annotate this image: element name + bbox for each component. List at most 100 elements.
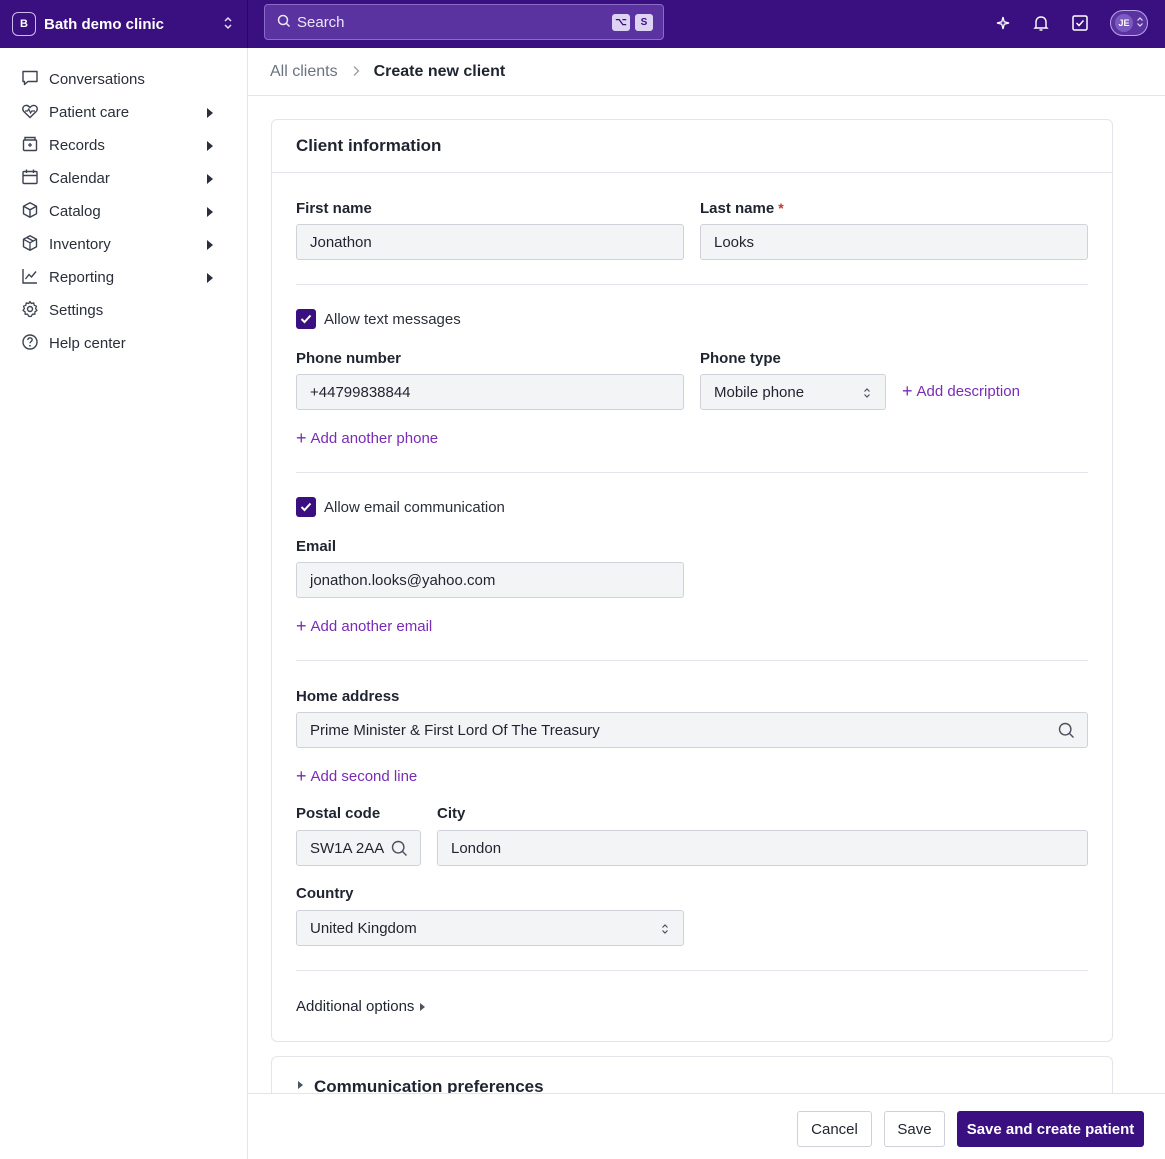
home-address-field[interactable]: Prime Minister & First Lord Of The Treas… [296,712,1088,748]
sidebar-item-label: Help center [49,335,126,352]
save-and-create-patient-button[interactable]: Save and create patient [957,1111,1144,1147]
box-icon [21,201,39,222]
clinic-name: Bath demo clinic [44,15,165,33]
sidebar-item-label: Inventory [49,236,111,253]
sidebar-item-catalog[interactable]: Catalog [0,195,247,228]
sidebar-item-calendar[interactable]: Calendar [0,162,247,195]
client-information-card: Client information First name Jonathon L… [271,119,1113,1042]
additional-options-toggle[interactable]: Additional options [296,998,426,1015]
phone-number-field[interactable]: +44799838844 [296,374,684,410]
sidebar-item-label: Catalog [49,203,101,220]
phone-type-label: Phone type [700,350,781,367]
search-input[interactable]: Search ⌥ S [264,4,664,40]
add-second-line-label: Add second line [310,767,418,785]
country-label: Country [296,885,354,902]
add-description-label: Add description [916,382,1020,400]
sidebar-item-label: Patient care [49,104,130,121]
page-title: Create new client [373,62,506,80]
chevron-up-down-icon [223,16,233,33]
divider [296,970,1088,971]
cancel-button[interactable]: Cancel [797,1111,872,1147]
clinic-switcher[interactable]: B Bath demo clinic [0,0,248,48]
breadcrumb: All clients Create new client [248,48,1165,96]
form-footer: Cancel Save Save and create patient [248,1093,1165,1159]
checkmark-icon [300,502,312,512]
postal-code-label: Postal code [296,805,381,822]
chevron-up-down-icon [863,386,871,403]
chevron-up-down-icon [1136,15,1144,31]
save-button[interactable]: Save [884,1111,945,1147]
sidebar-item-records[interactable]: Records [0,129,247,162]
additional-options-label: Additional options [296,998,415,1015]
sidebar-item-reporting[interactable]: Reporting [0,261,247,294]
chart-line-icon [21,267,39,288]
sidebar-item-settings[interactable]: Settings [0,294,247,327]
email-label: Email [296,538,337,555]
add-another-email-link[interactable]: + Add another email [296,617,432,635]
phone-type-select[interactable]: Mobile phone [700,374,886,410]
search-icon [1058,722,1075,743]
chat-bubble-icon [21,69,39,90]
home-address-label: Home address [296,688,400,705]
user-menu[interactable]: JE [1110,10,1148,36]
tasks-check-icon[interactable] [1069,12,1091,34]
plus-icon: + [902,381,913,401]
sidebar-item-inventory[interactable]: Inventory [0,228,247,261]
sparkles-icon[interactable] [992,12,1014,34]
caret-right-icon [207,174,213,184]
breadcrumb-all-clients[interactable]: All clients [270,63,338,81]
postal-code-field[interactable]: SW1A 2AA [296,830,421,866]
plus-icon: + [296,428,307,448]
plus-icon: + [296,766,307,786]
home-address-value: Prime Minister & First Lord Of The Treas… [310,721,600,739]
add-description-link[interactable]: + Add description [902,382,1020,400]
chevron-up-down-icon [661,922,669,939]
first-name-label: First name [296,200,372,217]
top-bar: B Bath demo clinic Search ⌥ S JE [0,0,1165,48]
required-mark: * [778,200,784,216]
card-title: Client information [296,136,442,155]
caret-right-icon [298,1081,303,1089]
sidebar-item-conversations[interactable]: Conversations [0,63,247,96]
heart-pulse-icon [21,102,39,123]
sidebar-item-help-center[interactable]: Help center [0,327,247,360]
caret-right-icon [207,273,213,283]
gear-icon [21,300,39,321]
card-header: Client information [272,120,1112,173]
sidebar-item-label: Reporting [49,269,115,286]
divider [296,660,1088,661]
allow-email-checkbox-row[interactable]: Allow email communication [296,497,505,517]
sidebar-item-label: Conversations [49,71,145,88]
add-another-email-label: Add another email [310,617,433,635]
bell-icon[interactable] [1030,12,1052,34]
clinic-badge: B [12,12,36,36]
first-name-field[interactable]: Jonathon [296,224,684,260]
last-name-field[interactable]: Looks [700,224,1088,260]
allow-text-checkbox[interactable] [296,309,316,329]
search-icon [277,14,291,31]
divider [296,284,1088,285]
caret-right-icon [207,108,213,118]
sidebar-item-patient-care[interactable]: Patient care [0,96,247,129]
email-field[interactable]: jonathon.looks@yahoo.com [296,562,684,598]
records-icon [21,135,39,156]
caret-right-icon [207,141,213,151]
city-label: City [437,805,466,822]
plus-icon: + [296,616,307,636]
chevron-right-icon [352,64,360,80]
allow-email-label: Allow email communication [324,498,505,516]
allow-text-checkbox-row[interactable]: Allow text messages [296,309,461,329]
add-another-phone-link[interactable]: + Add another phone [296,429,438,447]
sidebar-item-label: Calendar [49,170,110,187]
country-select[interactable]: United Kingdom [296,910,684,946]
allow-email-checkbox[interactable] [296,497,316,517]
add-second-line-link[interactable]: + Add second line [296,767,417,785]
sidebar-item-label: Settings [49,302,104,319]
add-another-phone-label: Add another phone [310,429,439,447]
phone-number-label: Phone number [296,350,402,367]
caret-right-icon [207,240,213,250]
shortcut-key-s: S [635,14,653,31]
allow-text-label: Allow text messages [324,310,461,328]
city-field[interactable]: London [437,830,1088,866]
postal-code-value: SW1A 2AA [310,839,385,857]
